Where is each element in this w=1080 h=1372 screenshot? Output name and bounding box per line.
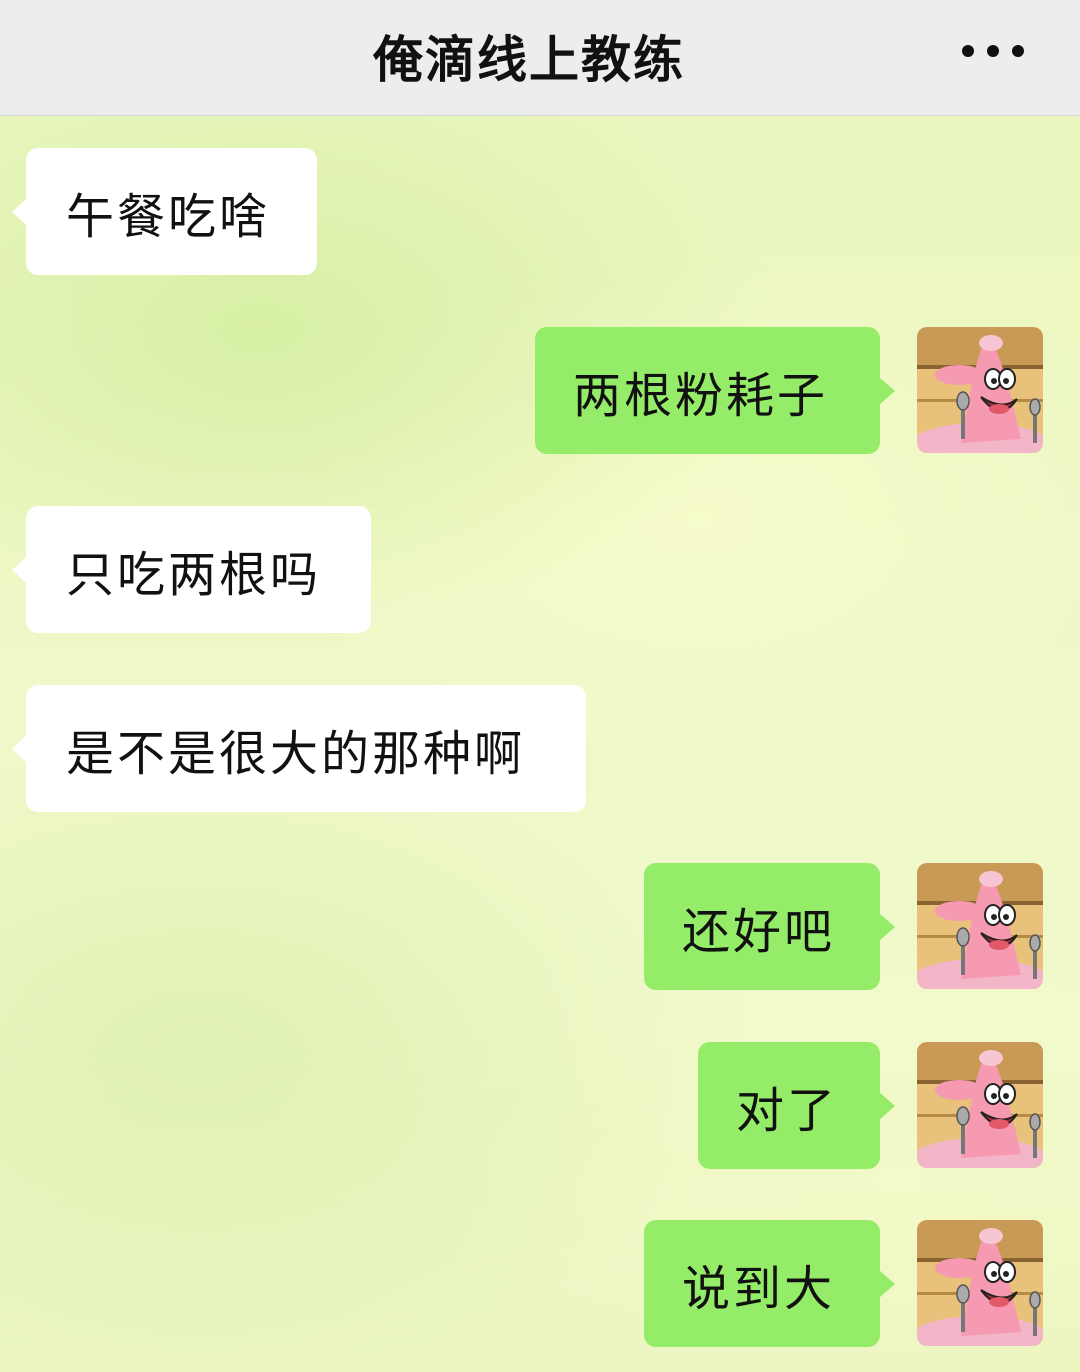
self-avatar[interactable] xyxy=(917,863,1043,989)
self-avatar[interactable] xyxy=(917,1042,1043,1168)
dot xyxy=(962,45,974,57)
chat-title: 俺滴线上教练 xyxy=(373,31,685,89)
message-text: 说到大 xyxy=(682,1260,836,1317)
chat-header: 俺滴线上教练 xyxy=(0,0,1080,116)
outgoing-message[interactable]: 还好吧 xyxy=(644,863,895,990)
message-text: 是不是很大的那种啊 xyxy=(66,725,526,782)
message-text: 两根粉耗子 xyxy=(573,367,829,424)
more-dots-icon[interactable] xyxy=(962,44,1024,58)
message-text: 对了 xyxy=(736,1082,839,1139)
cartoon-starfish-icon xyxy=(917,1220,1043,1346)
cartoon-starfish-icon xyxy=(917,1042,1043,1168)
dot xyxy=(1012,45,1024,57)
cartoon-starfish-icon xyxy=(917,863,1043,989)
message-text: 午餐吃啥 xyxy=(66,188,271,245)
dot xyxy=(987,45,999,57)
incoming-message[interactable]: 只吃两根吗 xyxy=(12,506,371,633)
incoming-message[interactable]: 午餐吃啥 xyxy=(12,148,317,275)
incoming-message[interactable]: 是不是很大的那种啊 xyxy=(12,685,586,812)
cartoon-starfish-icon xyxy=(917,327,1043,453)
outgoing-message[interactable]: 两根粉耗子 xyxy=(535,327,895,454)
outgoing-message[interactable]: 说到大 xyxy=(644,1220,895,1347)
self-avatar[interactable] xyxy=(917,327,1043,453)
outgoing-message[interactable]: 对了 xyxy=(698,1042,895,1169)
message-text: 还好吧 xyxy=(682,903,836,960)
message-text: 只吃两根吗 xyxy=(66,546,322,603)
self-avatar[interactable] xyxy=(917,1220,1043,1346)
